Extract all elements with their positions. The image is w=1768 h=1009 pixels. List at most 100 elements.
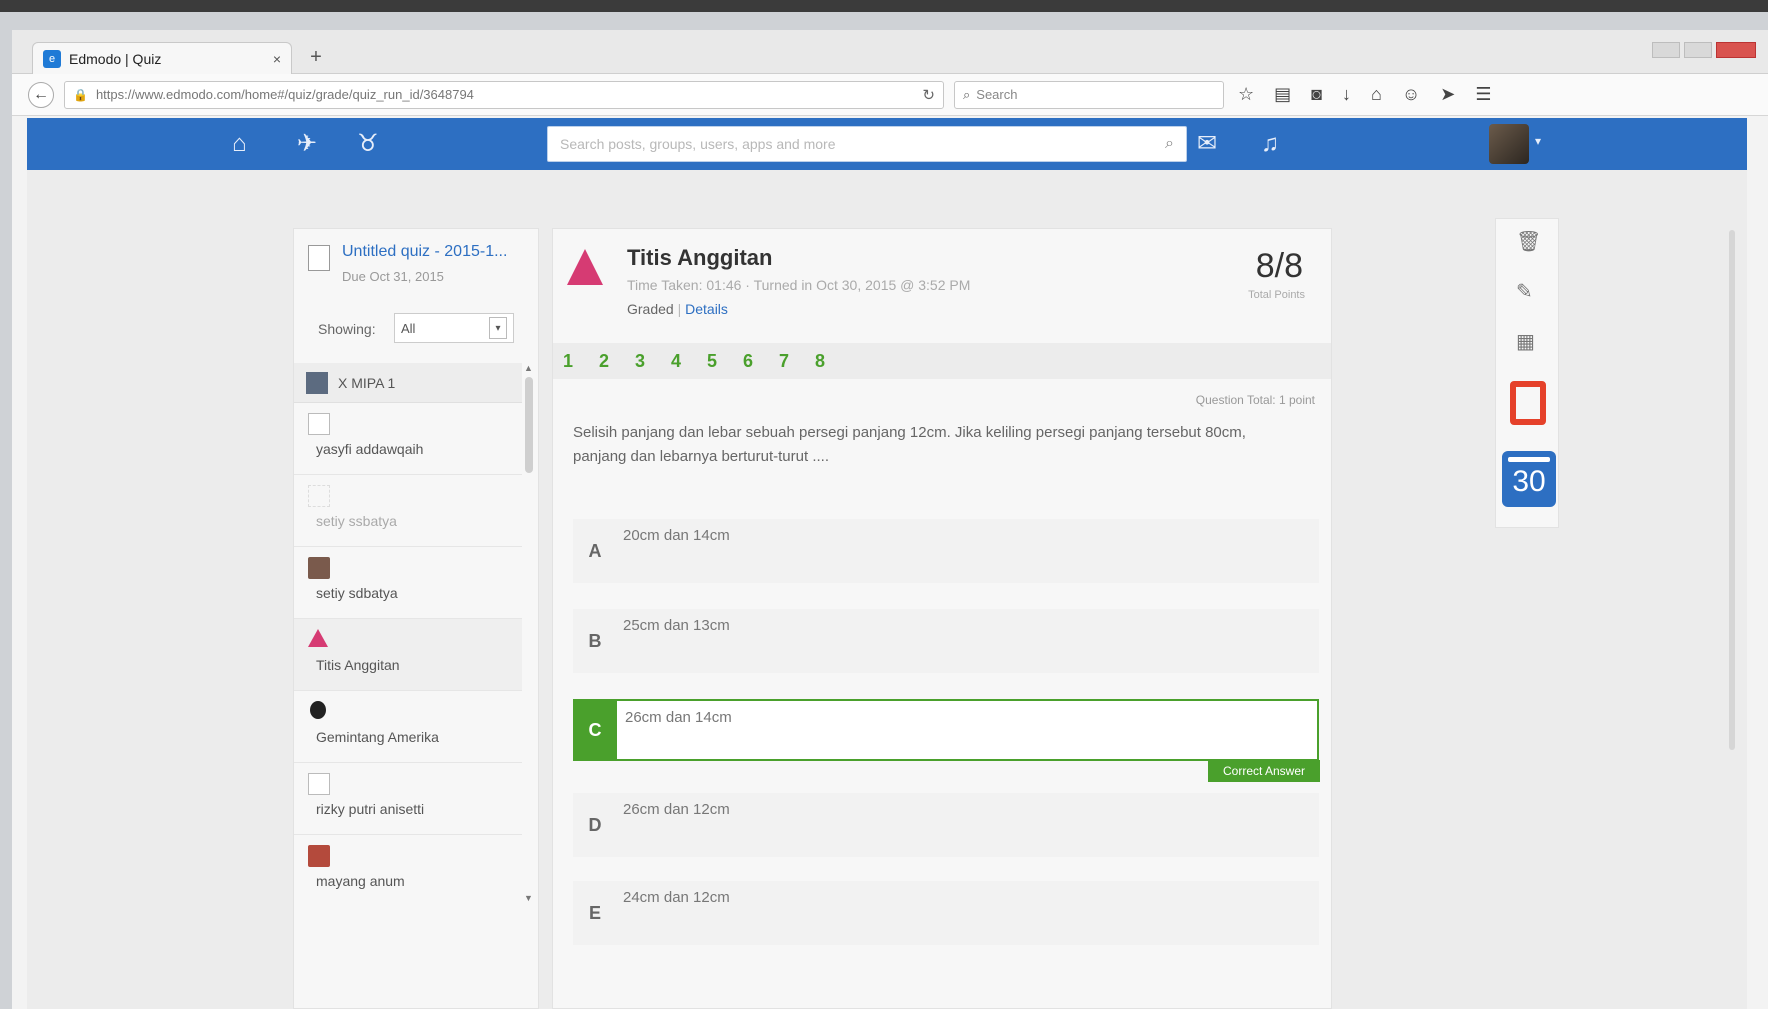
answer-text: 24cm dan 12cm [623,889,730,906]
showing-select[interactable]: All ▾ [394,313,514,343]
office-icon[interactable] [1510,381,1546,425]
question-number-link[interactable]: 7 [779,351,815,372]
close-tab-icon[interactable]: × [273,51,281,67]
page-scrollbar-thumb[interactable] [1729,230,1735,750]
quiz-title[interactable]: Untitled quiz - 2015-1... [342,243,507,261]
app-search-placeholder: Search posts, groups, users, apps and mo… [560,136,836,152]
browser-search-input[interactable]: ⌕ Search [954,80,1224,109]
group-header[interactable]: X MIPA 1 [294,363,522,403]
calendar-icon[interactable]: 30 [1502,451,1556,507]
window-controls [1652,42,1756,58]
question-number-link[interactable]: 5 [707,351,743,372]
page-scrollbar[interactable] [1727,210,1739,770]
answer-text: 26cm dan 12cm [623,801,730,818]
scroll-down-icon[interactable]: ▼ [524,893,533,903]
download-icon[interactable]: ↓ [1342,84,1351,105]
progress-nav-icon[interactable]: ✈ [297,130,317,158]
answer-text: 25cm dan 13cm [623,617,730,634]
apps-sidebar: 🗑 ✎ ▦ 30 [1495,218,1559,528]
student-item[interactable]: setiy sdbatya [294,547,522,619]
browser-window: e Edmodo | Quiz × + ← 🔒 https://www.edmo… [12,30,1768,1009]
answer-option: B 25cm dan 13cm [573,609,1319,673]
student-list-scrollbar[interactable]: ▲ ▼ [522,363,536,903]
student-item[interactable]: rizky putri anisetti [294,763,522,835]
minimize-button[interactable] [1652,42,1680,58]
question-number-link[interactable]: 6 [743,351,779,372]
question-number-link[interactable]: 4 [671,351,707,372]
quiz-due-date: Due Oct 31, 2015 [342,269,444,284]
student-list: X MIPA 1 yasyfi addawqaih setiy ssbatya … [294,363,522,903]
home-nav-icon[interactable]: ⌂ [232,130,247,158]
answer-letter: C [573,699,617,761]
student-item[interactable]: Gemintang Amerika [294,691,522,763]
student-name: Gemintang Amerika [316,729,439,745]
avatar [308,773,330,795]
question-number-link[interactable]: 3 [635,351,671,372]
reload-icon[interactable]: ↻ [922,86,935,104]
question-text: Selisih panjang dan lebar sebuah persegi… [573,424,1246,465]
backpack-nav-icon[interactable]: ♉ [357,130,379,158]
student-name: mayang anum [316,873,405,889]
answer-option: E 24cm dan 12cm [573,881,1319,945]
answer-letter: A [588,540,602,561]
details-link[interactable]: Details [685,301,728,317]
maximize-button[interactable] [1684,42,1712,58]
search-icon[interactable]: ⌕ [1165,135,1174,153]
student-name: setiy sdbatya [316,585,398,601]
group-name: X MIPA 1 [338,374,396,391]
chevron-down-icon[interactable]: ▾ [489,317,507,339]
chevron-down-icon[interactable]: ▾ [1535,134,1541,148]
search-icon: ⌕ [963,86,971,102]
question-points: Question Total: 1 point [1195,393,1315,407]
user-avatar[interactable] [1489,124,1529,164]
trash-icon[interactable]: 🗑 [1516,229,1541,254]
pocket-icon[interactable]: ◙ [1311,84,1322,105]
score-label: Total Points [1248,289,1305,301]
scroll-up-icon[interactable]: ▲ [524,363,533,373]
student-name: yasyfi addawqaih [316,441,424,457]
student-name: Titis Anggitan [316,657,400,673]
pencil-icon[interactable]: ✎ [1516,279,1533,304]
url-text: https://www.edmodo.com/home#/quiz/grade/… [95,87,474,102]
browser-tab[interactable]: e Edmodo | Quiz × [32,42,292,74]
address-bar[interactable]: 🔒 https://www.edmodo.com/home#/quiz/grad… [64,80,944,109]
student-item[interactable]: mayang anum [294,835,522,903]
answer-letter: E [588,902,601,923]
new-tab-button[interactable]: + [302,46,330,70]
question-number-link[interactable]: 8 [815,351,851,372]
question-navigation: 1 2 3 4 5 6 7 8 [553,343,1331,379]
calendar-day: 30 [1512,465,1546,498]
score-value: 8/8 [1255,247,1303,285]
status-text: Graded [627,301,674,317]
messages-icon[interactable]: ✉ [1197,130,1217,158]
grid-apps-icon[interactable]: ▦ [1516,329,1535,354]
sync-icon[interactable]: ☺ [1402,84,1420,105]
back-button[interactable]: ← [28,81,54,108]
avatar [308,485,330,507]
desktop-strip [0,0,1768,12]
close-window-button[interactable] [1716,42,1756,58]
edmodo-header: ⌂ ✈ ♉ Search posts, groups, users, apps … [27,118,1747,170]
question-number-link[interactable]: 2 [599,351,635,372]
menu-icon[interactable]: ☰ [1475,84,1491,105]
tab-title: Edmodo | Quiz [69,50,162,67]
bookmark-star-icon[interactable]: ☆ [1238,84,1254,105]
student-item[interactable]: yasyfi addawqaih [294,403,522,475]
question-number-link[interactable]: 1 [563,351,599,372]
share-icon[interactable]: ➤ [1440,84,1455,105]
app-search-input[interactable]: Search posts, groups, users, apps and mo… [547,126,1187,162]
submission-status: Graded | Details [627,301,728,317]
notifications-bell-icon[interactable]: ♫ [1261,130,1279,158]
student-name: setiy ssbatya [316,513,397,529]
home-icon[interactable]: ⌂ [1371,84,1382,105]
tab-bar: e Edmodo | Quiz × + [12,30,1768,74]
correct-answer-badge: Correct Answer [1208,760,1320,782]
student-item-selected[interactable]: Titis Anggitan [294,619,522,691]
edmodo-favicon-icon: e [43,49,61,68]
student-item[interactable]: setiy ssbatya [294,475,522,547]
scrollbar-thumb[interactable] [525,377,533,473]
reading-list-icon[interactable]: ▤ [1274,84,1291,105]
answer-letter: B [588,630,602,651]
submission-panel: Titis Anggitan Time Taken: 01:46 · Turne… [552,228,1332,1009]
avatar [308,629,328,647]
